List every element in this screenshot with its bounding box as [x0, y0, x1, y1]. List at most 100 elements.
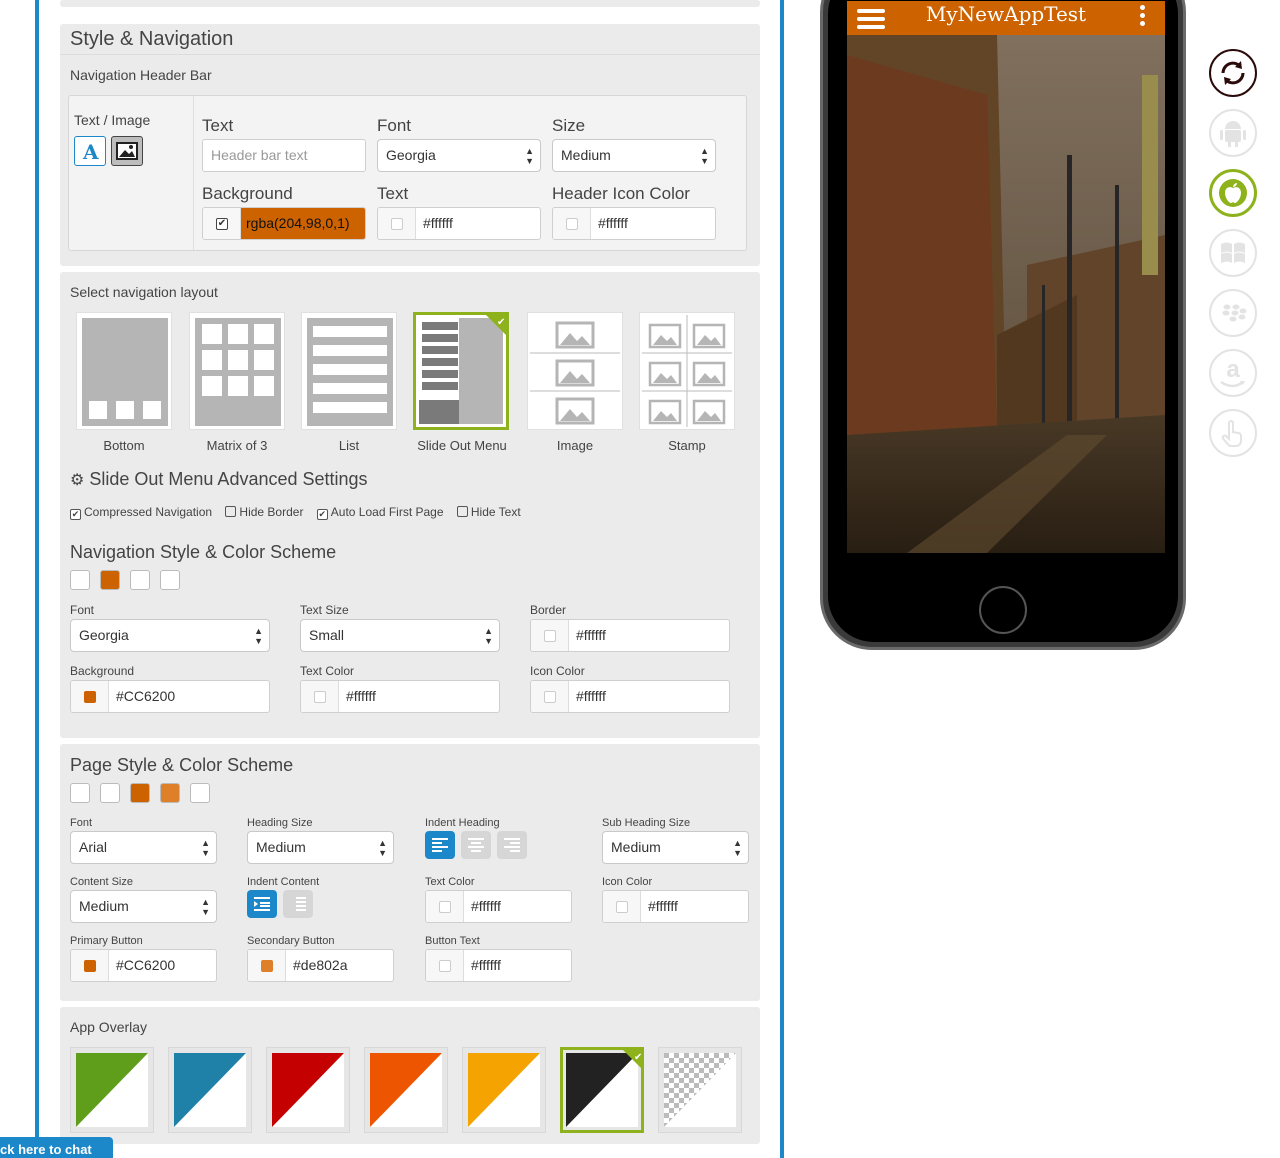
overlay-orange[interactable] [364, 1047, 448, 1133]
checkbox-compressed-navigation[interactable]: ✔ Compressed Navigation [70, 505, 213, 520]
header-background-input[interactable]: ✔ rgba(204,98,0,1) [202, 207, 366, 240]
more-vertical-icon[interactable] [1140, 5, 1146, 29]
content-size-select[interactable]: Medium ▲ ▼ [70, 890, 217, 923]
overlay-yellow[interactable] [462, 1047, 546, 1133]
scheme-swatch[interactable] [100, 783, 120, 803]
list-icon [313, 326, 387, 413]
page-text-color-input[interactable]: #ffffff [425, 890, 572, 923]
swatch-cell [426, 950, 464, 981]
nav-background-input[interactable]: #CC6200 [70, 680, 270, 713]
nav-text-size-select[interactable]: Small ▲ ▼ [300, 619, 500, 652]
windows-icon[interactable] [1209, 229, 1257, 277]
nav-icon-color-value: #ffffff [576, 688, 606, 704]
overlay-green[interactable] [70, 1047, 154, 1133]
color-swatch [566, 218, 578, 230]
scheme-swatch[interactable] [100, 570, 120, 590]
nav-font-select[interactable]: Georgia ▲ ▼ [70, 619, 270, 652]
layout-stamp[interactable] [639, 312, 735, 430]
touch-icon[interactable] [1209, 409, 1257, 457]
scheme-swatch[interactable] [70, 783, 90, 803]
section-title: Style & Navigation [70, 28, 234, 50]
swatch-cell [378, 208, 416, 239]
chat-button[interactable]: ck here to chat [0, 1137, 113, 1158]
home-button[interactable] [979, 586, 1027, 634]
overlay-swatch [664, 1053, 736, 1127]
primary-button-input[interactable]: #CC6200 [70, 949, 217, 982]
checkbox-hide-border[interactable]: Hide Border [225, 505, 303, 519]
indent-off-button[interactable] [283, 890, 313, 918]
apple-icon[interactable] [1209, 169, 1257, 217]
overlay-blue[interactable] [168, 1047, 252, 1133]
scheme-swatch[interactable] [160, 783, 180, 803]
refresh-glyph [1221, 61, 1245, 85]
text-mode-button[interactable]: A [74, 136, 106, 166]
overlay-red[interactable] [266, 1047, 350, 1133]
image-icon [116, 142, 138, 160]
android-icon[interactable] [1209, 109, 1257, 157]
page-font-select[interactable]: Arial ▲ ▼ [70, 831, 217, 864]
header-icon-color-input[interactable]: #ffffff [552, 207, 716, 240]
color-swatch [439, 901, 451, 913]
scheme-swatch[interactable] [190, 783, 210, 803]
advanced-settings-heading: ⚙ Slide Out Menu Advanced Settings [70, 469, 368, 490]
overlay-transparent[interactable] [658, 1047, 742, 1133]
color-swatch [391, 218, 403, 230]
layout-matrix[interactable] [189, 312, 285, 430]
heading-size-select[interactable]: Medium ▲ ▼ [247, 831, 394, 864]
align-center-icon [468, 838, 484, 852]
image-mode-button[interactable] [111, 136, 143, 166]
overlay-title: App Overlay [70, 1019, 148, 1035]
amazon-icon[interactable]: a [1209, 349, 1257, 397]
nav-border-value: #ffffff [576, 627, 606, 643]
header-font-select[interactable]: Georgia ▲ ▼ [377, 139, 541, 172]
button-text-input[interactable]: #ffffff [425, 949, 572, 982]
background-value: rgba(204,98,0,1) [241, 208, 365, 239]
checkbox-label: Compressed Navigation [84, 505, 213, 519]
secondary-button-input[interactable]: #de802a [247, 949, 394, 982]
header-size-select[interactable]: Medium ▲ ▼ [552, 139, 716, 172]
align-right-button[interactable] [497, 831, 527, 859]
scheme-swatch[interactable] [130, 570, 150, 590]
nav-icon-color-input[interactable]: #ffffff [530, 680, 730, 713]
layout-bottom[interactable] [76, 312, 172, 430]
layout-list[interactable] [301, 312, 397, 430]
swatch-cell [531, 681, 569, 712]
style-navigation-panel: Style & Navigation Navigation Header Bar… [60, 24, 760, 266]
nav-text-color-input[interactable]: #ffffff [300, 680, 500, 713]
layout-title: Select navigation layout [70, 284, 218, 300]
page-style-title: Page Style & Color Scheme [70, 755, 294, 775]
secondary-button-value: #de802a [293, 957, 348, 973]
phone-frame: MyNewAppTest [820, 0, 1186, 650]
refresh-icon[interactable] [1209, 49, 1257, 97]
layout-image[interactable] [527, 312, 623, 430]
align-center-button[interactable] [461, 831, 491, 859]
checkbox-icon[interactable]: ✔ [216, 218, 228, 230]
overlay-black[interactable]: ✔ [560, 1047, 644, 1133]
layout-slide-out-menu[interactable]: ✔ [413, 312, 509, 430]
checkbox-auto-load[interactable]: ✔ Auto Load First Page [316, 505, 444, 520]
header-text-color-input[interactable]: #ffffff [377, 207, 541, 240]
apple-glyph [1225, 183, 1241, 203]
amazon-smile-icon [1220, 381, 1245, 388]
heading-size-value: Medium [256, 839, 306, 855]
button-text-label: Button Text [425, 935, 480, 947]
align-left-button[interactable] [425, 831, 455, 859]
indent-on-button[interactable] [247, 890, 277, 918]
nav-border-input[interactable]: #ffffff [530, 619, 730, 652]
app-header-bar: MyNewAppTest [847, 1, 1165, 35]
scheme-swatch[interactable] [70, 570, 90, 590]
text-color-label: Text [377, 184, 409, 203]
nav-text-size-value: Small [309, 627, 345, 643]
header-text-input[interactable]: Header bar text [202, 139, 366, 172]
sub-heading-label: Sub Heading Size [602, 817, 691, 829]
page-icon-color-input[interactable]: #ffffff [602, 890, 749, 923]
header-icon-label: Header Icon Color [552, 184, 690, 203]
scheme-swatch[interactable] [160, 570, 180, 590]
primary-button-value: #CC6200 [116, 957, 176, 973]
blackberry-icon[interactable] [1209, 289, 1257, 337]
select-arrows-icon: ▲ ▼ [525, 146, 534, 166]
scheme-swatch[interactable] [130, 783, 150, 803]
sub-heading-select[interactable]: Medium ▲ ▼ [602, 831, 749, 864]
nav-font-value: Georgia [79, 627, 129, 643]
checkbox-hide-text[interactable]: Hide Text [456, 505, 521, 519]
